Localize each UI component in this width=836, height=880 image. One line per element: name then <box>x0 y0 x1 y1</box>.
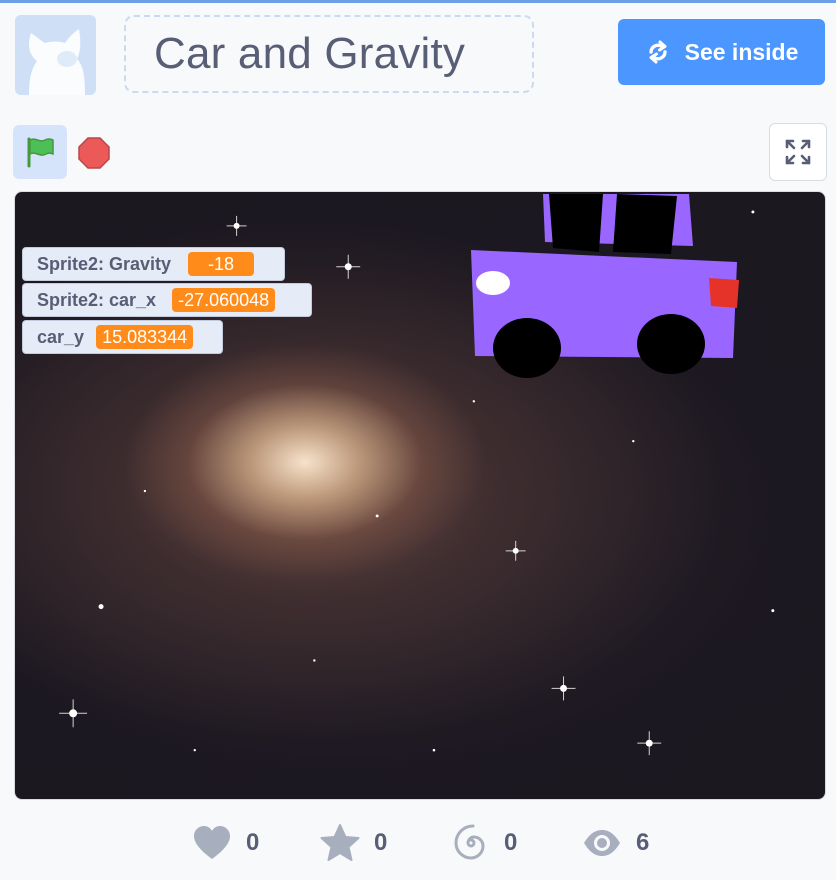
car-sprite[interactable] <box>465 192 745 382</box>
see-inside-label: See inside <box>684 38 799 65</box>
remix-count: 0 <box>504 829 518 856</box>
project-title: Car and Gravity <box>154 29 466 78</box>
eye-icon <box>584 830 620 856</box>
remix-arrows-icon <box>648 40 667 64</box>
monitor-value: -27.060048 <box>172 288 276 312</box>
views-count: 6 <box>636 829 650 856</box>
love-stat[interactable]: 0 <box>192 820 259 866</box>
project-stage[interactable]: Sprite2: Gravity -18 Sprite2: car_x -27.… <box>14 191 826 800</box>
monitor-value: 15.083344 <box>96 325 194 349</box>
favorite-count: 0 <box>374 829 388 856</box>
variable-monitor-gravity[interactable]: Sprite2: Gravity -18 <box>22 247 285 281</box>
scratch-cat-icon <box>15 15 96 95</box>
fullscreen-icon <box>785 139 811 165</box>
views-stat: 6 <box>582 820 649 866</box>
monitor-label: car_y <box>37 326 85 347</box>
project-stats-bar: 0 0 0 6 <box>0 820 836 866</box>
see-inside-button[interactable]: See inside <box>618 19 825 85</box>
green-flag-icon <box>27 137 54 168</box>
heart-icon <box>194 826 230 859</box>
project-thumbnail[interactable] <box>15 15 96 95</box>
love-count: 0 <box>246 829 260 856</box>
stop-button[interactable] <box>76 135 112 171</box>
project-title-field[interactable]: Car and Gravity <box>124 15 534 93</box>
stop-sign-icon <box>78 137 110 169</box>
monitor-label: Sprite2: Gravity <box>37 253 172 274</box>
variable-monitor-car-x[interactable]: Sprite2: car_x -27.060048 <box>22 283 312 317</box>
fullscreen-button[interactable] <box>769 123 827 181</box>
top-accent-line <box>0 0 836 3</box>
variable-monitor-car-y[interactable]: car_y 15.083344 <box>22 320 223 354</box>
monitor-label: Sprite2: car_x <box>37 289 157 310</box>
remix-stat: 0 <box>452 820 517 866</box>
remix-spiral-icon <box>454 824 485 860</box>
monitor-value: -18 <box>188 252 255 276</box>
green-flag-button[interactable] <box>13 125 67 179</box>
favorite-stat[interactable]: 0 <box>320 820 387 866</box>
star-icon <box>320 824 360 861</box>
